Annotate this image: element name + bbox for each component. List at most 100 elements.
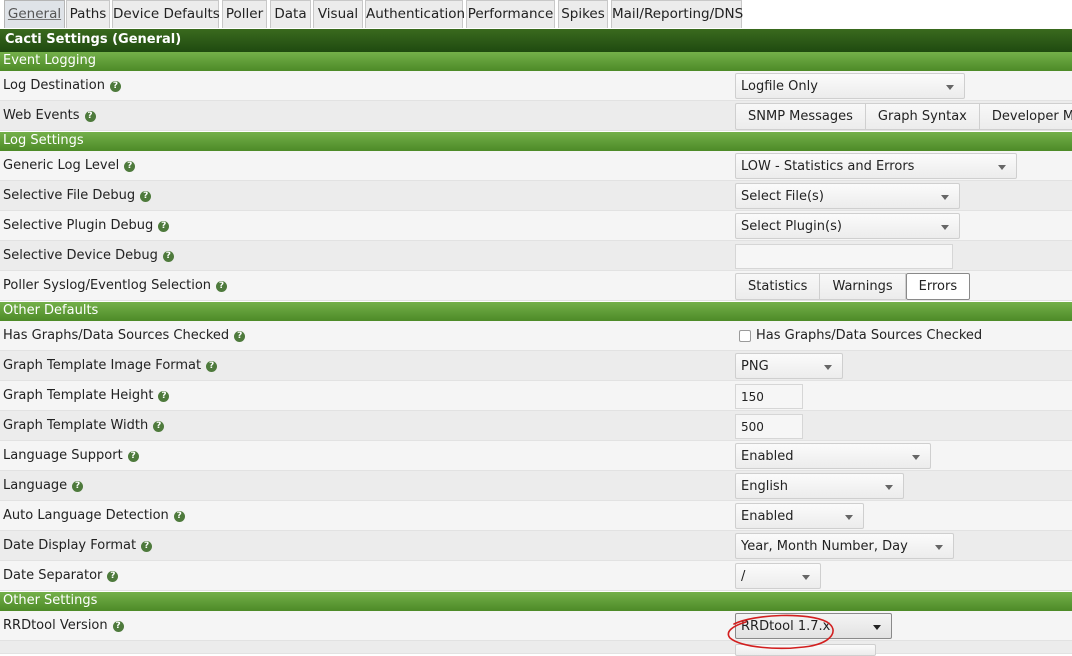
row-partial-next bbox=[0, 641, 1072, 656]
chevron-down-icon bbox=[824, 365, 832, 370]
help-icon[interactable]: ? bbox=[158, 221, 170, 232]
help-icon[interactable]: ? bbox=[141, 541, 153, 552]
chevron-down-icon bbox=[935, 545, 943, 550]
row-selective-device-debug: Selective Device Debug? bbox=[0, 241, 1072, 271]
date-separator-value: / bbox=[741, 569, 746, 584]
log-destination-label: Log Destination? bbox=[3, 78, 121, 93]
warnings-toggle[interactable]: Warnings bbox=[820, 273, 906, 300]
rrdtool-version-value: RRDtool 1.7.x bbox=[741, 619, 831, 634]
tab-mail-reporting-dns[interactable]: Mail/Reporting/DNS bbox=[611, 0, 743, 28]
tab-authentication[interactable]: Authentication bbox=[365, 0, 466, 28]
help-icon[interactable]: ? bbox=[173, 511, 185, 522]
chevron-down-icon bbox=[998, 165, 1006, 170]
section-other-settings: Other Settings bbox=[0, 592, 1072, 611]
rrdtool-version-label: RRDtool Version? bbox=[3, 618, 124, 633]
date-format-value: Year, Month Number, Day bbox=[741, 539, 908, 554]
poller-syslog-label: Poller Syslog/Eventlog Selection? bbox=[3, 278, 228, 293]
language-support-label: Language Support? bbox=[3, 448, 139, 463]
auto-language-select[interactable]: Enabled bbox=[735, 503, 864, 529]
row-auto-language: Auto Language Detection? Enabled bbox=[0, 501, 1072, 531]
tab-device-defaults[interactable]: Device Defaults bbox=[112, 0, 220, 28]
language-support-select[interactable]: Enabled bbox=[735, 443, 931, 469]
date-separator-select[interactable]: / bbox=[735, 563, 821, 589]
tab-authentication-label: Authentication bbox=[366, 6, 466, 22]
help-icon[interactable]: ? bbox=[124, 161, 136, 172]
help-icon[interactable]: ? bbox=[153, 421, 165, 432]
tab-spikes[interactable]: Spikes bbox=[558, 0, 608, 28]
selective-device-debug-label: Selective Device Debug? bbox=[3, 248, 174, 263]
graph-height-input[interactable]: 150 bbox=[735, 384, 803, 409]
help-icon[interactable]: ? bbox=[72, 481, 84, 492]
has-graphs-checkbox[interactable] bbox=[739, 330, 751, 342]
chevron-down-icon bbox=[885, 485, 893, 490]
tab-general[interactable]: General bbox=[4, 0, 65, 28]
web-events-label: Web Events? bbox=[3, 108, 96, 123]
selective-device-debug-input[interactable] bbox=[735, 244, 953, 269]
graph-width-input[interactable]: 500 bbox=[735, 414, 803, 439]
page-title: Cacti Settings (General) bbox=[0, 29, 1072, 52]
help-icon[interactable]: ? bbox=[84, 111, 96, 122]
help-icon[interactable]: ? bbox=[158, 391, 170, 402]
image-format-select[interactable]: PNG bbox=[735, 353, 843, 379]
row-web-events: Web Events? SNMP Messages Graph Syntax D… bbox=[0, 101, 1072, 131]
date-format-select[interactable]: Year, Month Number, Day bbox=[735, 533, 954, 559]
tab-paths[interactable]: Paths bbox=[66, 0, 110, 28]
auto-language-value: Enabled bbox=[741, 509, 794, 524]
help-icon[interactable]: ? bbox=[206, 361, 218, 372]
selective-plugin-debug-label: Selective Plugin Debug? bbox=[3, 218, 170, 233]
row-date-format: Date Display Format? Year, Month Number,… bbox=[0, 531, 1072, 561]
row-graph-width: Graph Template Width? 500 bbox=[0, 411, 1072, 441]
help-icon[interactable]: ? bbox=[127, 451, 139, 462]
tab-visual[interactable]: Visual bbox=[313, 0, 363, 28]
chevron-down-icon bbox=[845, 515, 853, 520]
tab-device-defaults-label: Device Defaults bbox=[113, 6, 220, 22]
help-icon[interactable]: ? bbox=[162, 251, 174, 262]
section-event-logging: Event Logging bbox=[0, 52, 1072, 71]
rrdtool-version-select[interactable]: RRDtool 1.7.x bbox=[735, 613, 892, 639]
language-label: Language? bbox=[3, 478, 84, 493]
tab-general-label: General bbox=[7, 6, 62, 22]
help-icon[interactable]: ? bbox=[234, 331, 246, 342]
help-icon[interactable]: ? bbox=[107, 571, 119, 582]
partial-select[interactable] bbox=[735, 644, 876, 656]
row-language: Language? English bbox=[0, 471, 1072, 501]
developer-mode-toggle[interactable]: Developer Mode bbox=[979, 103, 1072, 130]
row-log-destination: Log Destination? Logfile Only bbox=[0, 71, 1072, 101]
tab-spikes-label: Spikes bbox=[561, 6, 605, 22]
selective-file-debug-value: Select File(s) bbox=[741, 189, 824, 204]
chevron-down-icon bbox=[802, 575, 810, 580]
snmp-messages-toggle[interactable]: SNMP Messages bbox=[735, 103, 866, 130]
row-selective-file-debug: Selective File Debug? Select File(s) bbox=[0, 181, 1072, 211]
help-icon[interactable]: ? bbox=[112, 621, 124, 632]
language-support-value: Enabled bbox=[741, 449, 794, 464]
tab-paths-label: Paths bbox=[69, 6, 107, 22]
selective-file-debug-select[interactable]: Select File(s) bbox=[735, 183, 960, 209]
log-destination-select[interactable]: Logfile Only bbox=[735, 73, 965, 99]
help-icon[interactable]: ? bbox=[109, 81, 121, 92]
errors-toggle[interactable]: Errors bbox=[905, 273, 971, 300]
row-generic-log-level: Generic Log Level? LOW - Statistics and … bbox=[0, 151, 1072, 181]
web-events-toggle-group: SNMP Messages Graph Syntax Developer Mod… bbox=[735, 103, 1072, 130]
generic-log-level-value: LOW - Statistics and Errors bbox=[741, 159, 915, 174]
date-separator-label: Date Separator? bbox=[3, 568, 119, 583]
tab-poller[interactable]: Poller bbox=[222, 0, 267, 28]
help-icon[interactable]: ? bbox=[140, 191, 152, 202]
graph-height-label: Graph Template Height? bbox=[3, 388, 170, 403]
generic-log-level-select[interactable]: LOW - Statistics and Errors bbox=[735, 153, 1017, 179]
tab-data-label: Data bbox=[274, 6, 307, 22]
selective-plugin-debug-select[interactable]: Select Plugin(s) bbox=[735, 213, 960, 239]
log-destination-value: Logfile Only bbox=[741, 79, 818, 94]
statistics-toggle[interactable]: Statistics bbox=[735, 273, 821, 300]
language-select[interactable]: English bbox=[735, 473, 904, 499]
tab-performance[interactable]: Performance bbox=[466, 0, 555, 28]
tab-performance-label: Performance bbox=[467, 6, 554, 22]
graph-syntax-toggle[interactable]: Graph Syntax bbox=[865, 103, 980, 130]
chevron-down-icon bbox=[941, 225, 949, 230]
chevron-down-icon bbox=[946, 85, 954, 90]
chevron-down-icon bbox=[941, 195, 949, 200]
tab-data[interactable]: Data bbox=[270, 0, 311, 28]
help-icon[interactable]: ? bbox=[216, 281, 228, 292]
language-value: English bbox=[741, 479, 788, 494]
tab-poller-label: Poller bbox=[225, 6, 264, 22]
has-graphs-checkbox-label[interactable]: Has Graphs/Data Sources Checked bbox=[756, 328, 982, 343]
